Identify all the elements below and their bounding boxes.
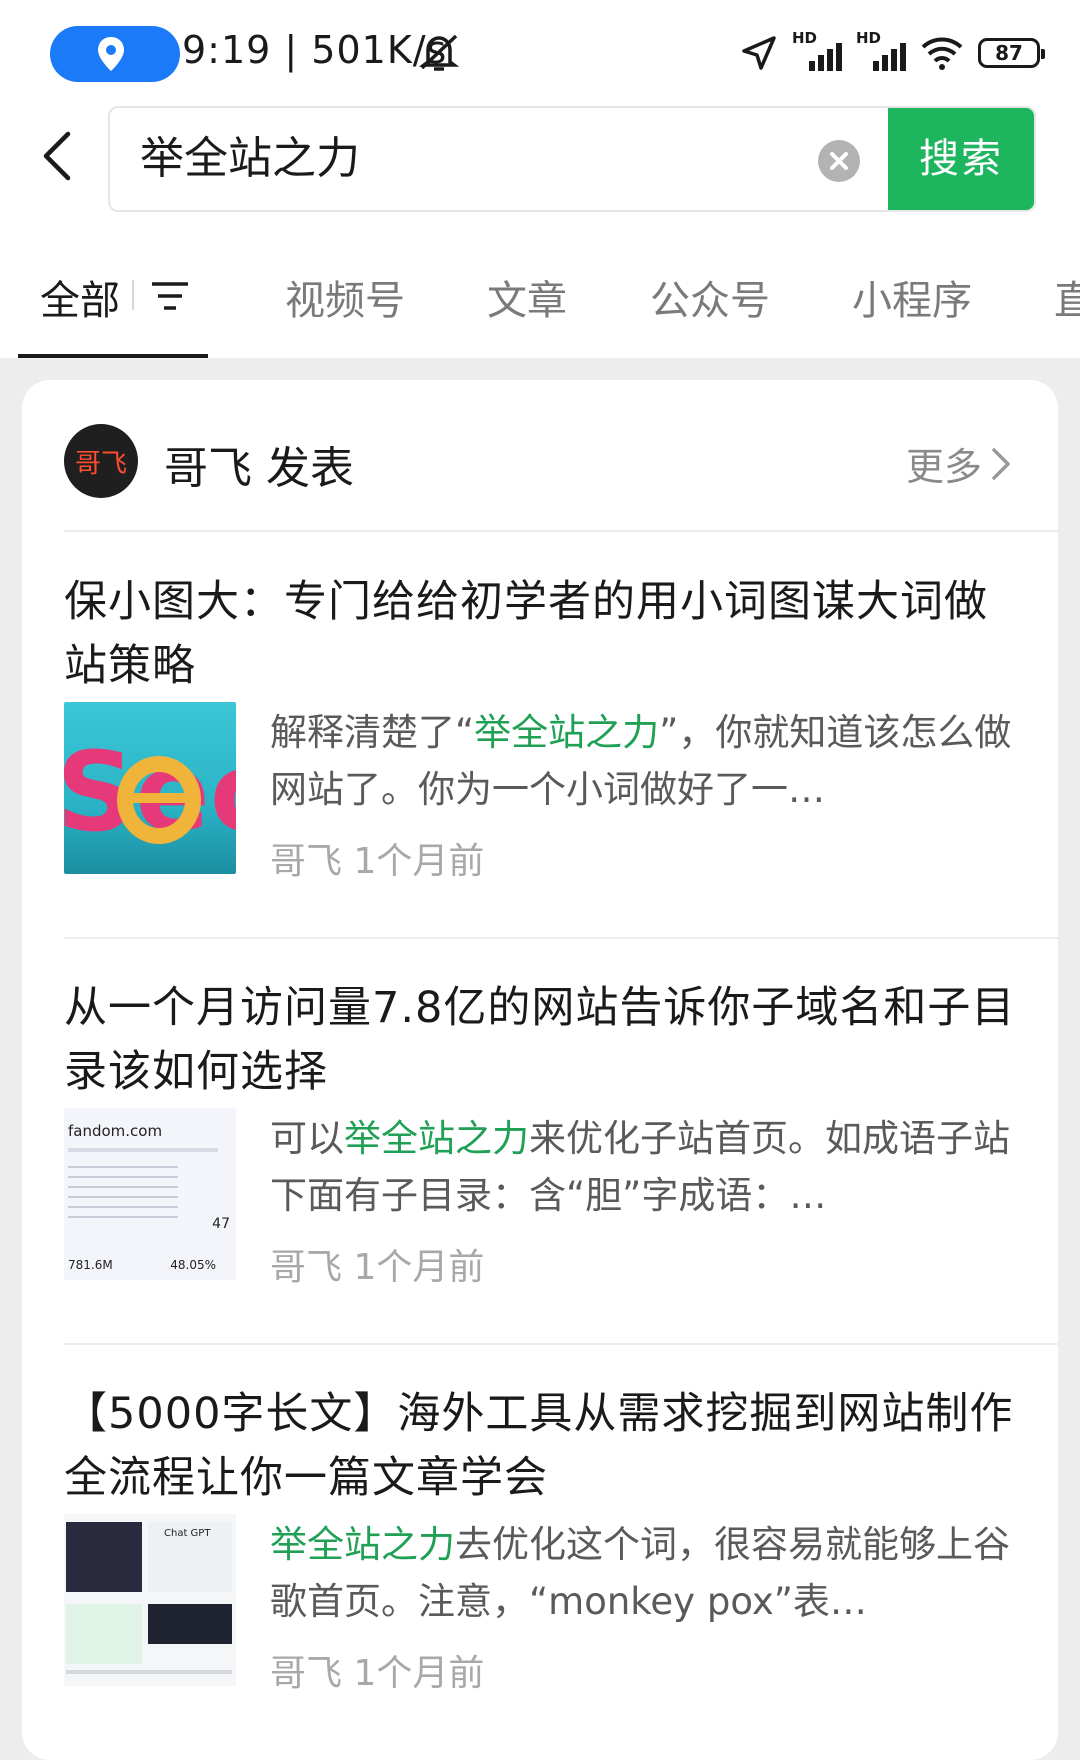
tab-mini-programs[interactable]: 小程序 [852,268,972,326]
clear-search-button[interactable] [818,140,860,182]
divider [64,937,1058,939]
keyword-highlight: 举全站之力 [474,711,660,754]
signal-hd-1-icon: HD [792,29,842,73]
tab-channels[interactable]: 视频号 [285,268,405,326]
keyword-highlight: 举全站之力 [270,1523,455,1566]
status-time-speed: 9:19 | 501K/s [182,28,448,72]
article-thumbnail[interactable]: Chat GPT [64,1514,236,1686]
thumb-site-name: fandom.com [68,1122,163,1140]
active-tab-indicator [18,354,208,358]
search-header: 搜索 [0,100,1080,218]
article-snippet: 举全站之力去优化这个词，很容易就能够上谷歌首页。注意，“monkey pox”表… [270,1523,1010,1623]
article-meta: 哥飞 1个月前 [270,1247,485,1288]
location-indicator[interactable] [50,26,180,82]
article-title[interactable]: 从一个月访问量7.8亿的网站告诉你子域名和子目录该如何选择 [64,976,1024,1104]
wifi-icon [921,37,963,70]
search-box: 搜索 [108,106,1036,212]
search-button[interactable]: 搜索 [888,108,1034,210]
signal-hd-2-icon: HD [856,29,906,73]
filter-icon[interactable] [150,280,190,312]
status-bar: 9:19 | 501K/s HD HD 87 [0,0,1080,100]
account-header[interactable]: 哥飞 哥飞 发表 更多 [22,380,1058,530]
close-icon [830,152,848,170]
tab-official-accounts[interactable]: 公众号 [650,268,770,326]
more-label: 更多 [905,445,982,489]
article-snippet: 可以举全站之力来优化子站首页。如成语子站下面有子目录：含“胆”字成语：… [270,1117,1010,1217]
bell-muted-icon [418,34,460,71]
divider [64,1343,1058,1345]
category-tabs: 全部 视频号 文章 公众号 小程序 直 [0,218,1080,358]
chevron-right-icon [992,447,1010,480]
navigation-arrow-icon [742,36,776,70]
article-thumbnail[interactable]: fandom.com 47 781.6M 48.05% [64,1108,236,1280]
account-header-title: 哥飞 发表 [164,443,354,494]
more-button[interactable]: 更多 [906,436,1012,491]
article-title[interactable]: 保小图大：专门给给初学者的用小词图谋大词做站策略 [64,570,1024,698]
article-meta: 哥飞 1个月前 [270,841,485,882]
tab-live[interactable]: 直 [1054,268,1080,326]
article-thumbnail[interactable]: Seo [64,702,236,874]
account-results-card: 哥飞 哥飞 发表 更多 保小图大：专门给给初学者的用小词图谋大词做站策略 Seo… [22,380,1058,1760]
back-arrow-icon[interactable] [36,128,80,184]
keyword-highlight: 举全站之力 [344,1117,529,1160]
search-input[interactable] [140,108,800,210]
divider [64,530,1058,532]
tab-divider [132,280,134,310]
tab-all[interactable]: 全部 [40,268,120,326]
tab-articles[interactable]: 文章 [487,268,567,326]
article-snippet: 解释清楚了“举全站之力”，你就知道该怎么做网站了。你为一个小词做好了一… [270,711,1012,811]
avatar[interactable]: 哥飞 [64,424,138,498]
battery-icon: 87 [978,38,1045,68]
article-title[interactable]: 【5000字长文】海外工具从需求挖掘到网站制作全流程让你一篇文章学会 [64,1382,1024,1510]
location-pin-icon [98,37,124,71]
status-indicators: HD HD 87 [740,29,1045,76]
article-meta: 哥飞 1个月前 [270,1653,485,1694]
seo-3d-text-image: Seo [64,728,236,856]
